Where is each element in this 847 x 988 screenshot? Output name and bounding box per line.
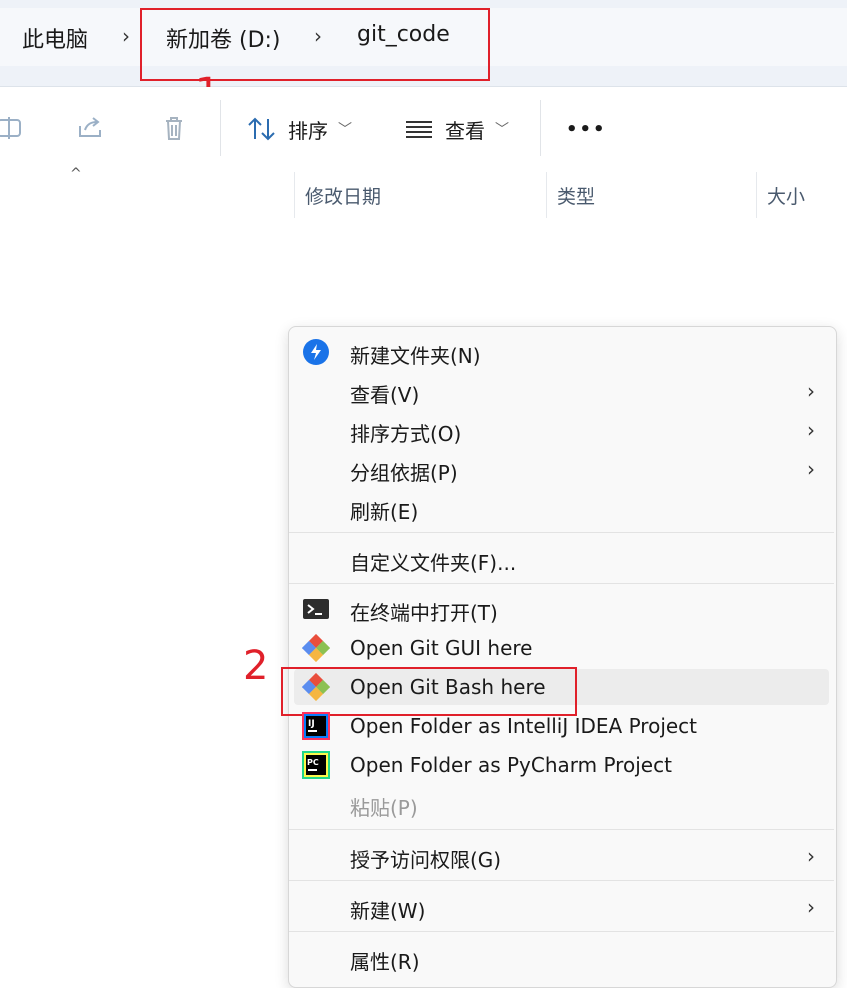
new-folder-icon (303, 339, 329, 365)
toolbar-divider (540, 100, 541, 156)
menu-item-label: 分组依据(P) (350, 461, 458, 485)
column-divider[interactable] (756, 172, 757, 218)
svg-text:IJ: IJ (308, 719, 315, 729)
more-options-button[interactable]: ••• (566, 112, 607, 146)
menu-divider (289, 532, 834, 533)
annotation-box-1 (140, 8, 490, 81)
column-header-type[interactable]: 类型 (557, 182, 595, 209)
menu-item-view[interactable]: 查看(V) › (288, 373, 835, 409)
column-header-size[interactable]: 大小 (767, 182, 805, 209)
menu-item-paste[interactable]: 粘贴(P) (288, 786, 835, 822)
view-button[interactable]: 查看 ﹀ (403, 112, 509, 146)
menu-item-new[interactable]: 新建(W) › (288, 889, 835, 925)
menu-item-label: 授予访问权限(G) (350, 848, 502, 872)
column-divider[interactable] (546, 172, 547, 218)
sort-label: 排序 (288, 118, 328, 143)
menu-item-group-by[interactable]: 分组依据(P) › (288, 451, 835, 487)
column-divider[interactable] (294, 172, 295, 218)
menu-item-sort-by[interactable]: 排序方式(O) › (288, 412, 835, 448)
menu-item-label: 排序方式(O) (350, 422, 462, 446)
menu-item-open-terminal[interactable]: 在终端中打开(T) (288, 591, 835, 627)
chevron-down-icon: ﹀ (338, 122, 352, 138)
git-gui-icon (302, 634, 330, 662)
menu-item-label: 刷新(E) (350, 500, 419, 524)
menu-item-properties[interactable]: 属性(R) (288, 940, 835, 976)
menu-divider (289, 931, 834, 932)
chevron-right-icon: › (807, 457, 815, 481)
chevron-down-icon: ﹀ (495, 122, 509, 138)
menu-item-open-git-gui[interactable]: Open Git GUI here (288, 630, 835, 666)
breadcrumb-item-this-pc[interactable]: 此电脑 (22, 22, 88, 54)
menu-item-label: Open Folder as IntelliJ IDEA Project (350, 714, 698, 738)
chevron-right-icon: › (807, 895, 815, 919)
toolbar-divider (220, 100, 221, 156)
sort-button[interactable]: 排序 ﹀ (246, 112, 352, 146)
menu-item-customize-folder[interactable]: 自定义文件夹(F)... (288, 541, 835, 577)
rename-icon[interactable] (0, 112, 26, 144)
menu-divider (289, 583, 834, 584)
menu-item-open-pycharm[interactable]: PC Open Folder as PyCharm Project (288, 747, 835, 783)
intellij-icon: IJ (302, 712, 330, 740)
chevron-right-icon: › (807, 844, 815, 868)
menu-item-label: Open Git GUI here (350, 636, 533, 660)
menu-item-label: Open Folder as PyCharm Project (350, 753, 672, 777)
annotation-number-2: 2 (243, 643, 269, 689)
menu-item-label: 自定义文件夹(F)... (350, 551, 517, 575)
menu-item-label: 在终端中打开(T) (350, 601, 498, 625)
pycharm-icon: PC (302, 751, 330, 779)
view-list-icon (406, 121, 432, 138)
menu-item-new-folder[interactable]: 新建文件夹(N) (288, 334, 835, 370)
menu-divider (289, 880, 834, 881)
chevron-right-icon: › (807, 418, 815, 442)
share-icon[interactable] (74, 112, 106, 144)
menu-item-give-access[interactable]: 授予访问权限(G) › (288, 838, 835, 874)
view-label: 查看 (445, 118, 485, 143)
delete-icon[interactable] (158, 112, 190, 144)
chevron-right-icon: › (807, 379, 815, 403)
menu-divider (289, 829, 834, 830)
menu-item-label: 新建(W) (350, 899, 426, 923)
breadcrumb-separator[interactable]: › (122, 24, 130, 48)
column-header-modified[interactable]: 修改日期 (305, 182, 381, 209)
menu-item-refresh[interactable]: 刷新(E) (288, 490, 835, 526)
terminal-icon (303, 599, 329, 619)
sort-icon (248, 117, 275, 141)
svg-text:PC: PC (307, 758, 319, 767)
menu-item-label: 新建文件夹(N) (350, 344, 481, 368)
menu-item-open-intellij[interactable]: IJ Open Folder as IntelliJ IDEA Project (288, 708, 835, 744)
menu-item-label: 查看(V) (350, 383, 420, 407)
sort-caret-icon: ^ (70, 166, 82, 182)
menu-item-label: 粘贴(P) (350, 796, 418, 820)
menu-item-label: 属性(R) (350, 950, 420, 974)
